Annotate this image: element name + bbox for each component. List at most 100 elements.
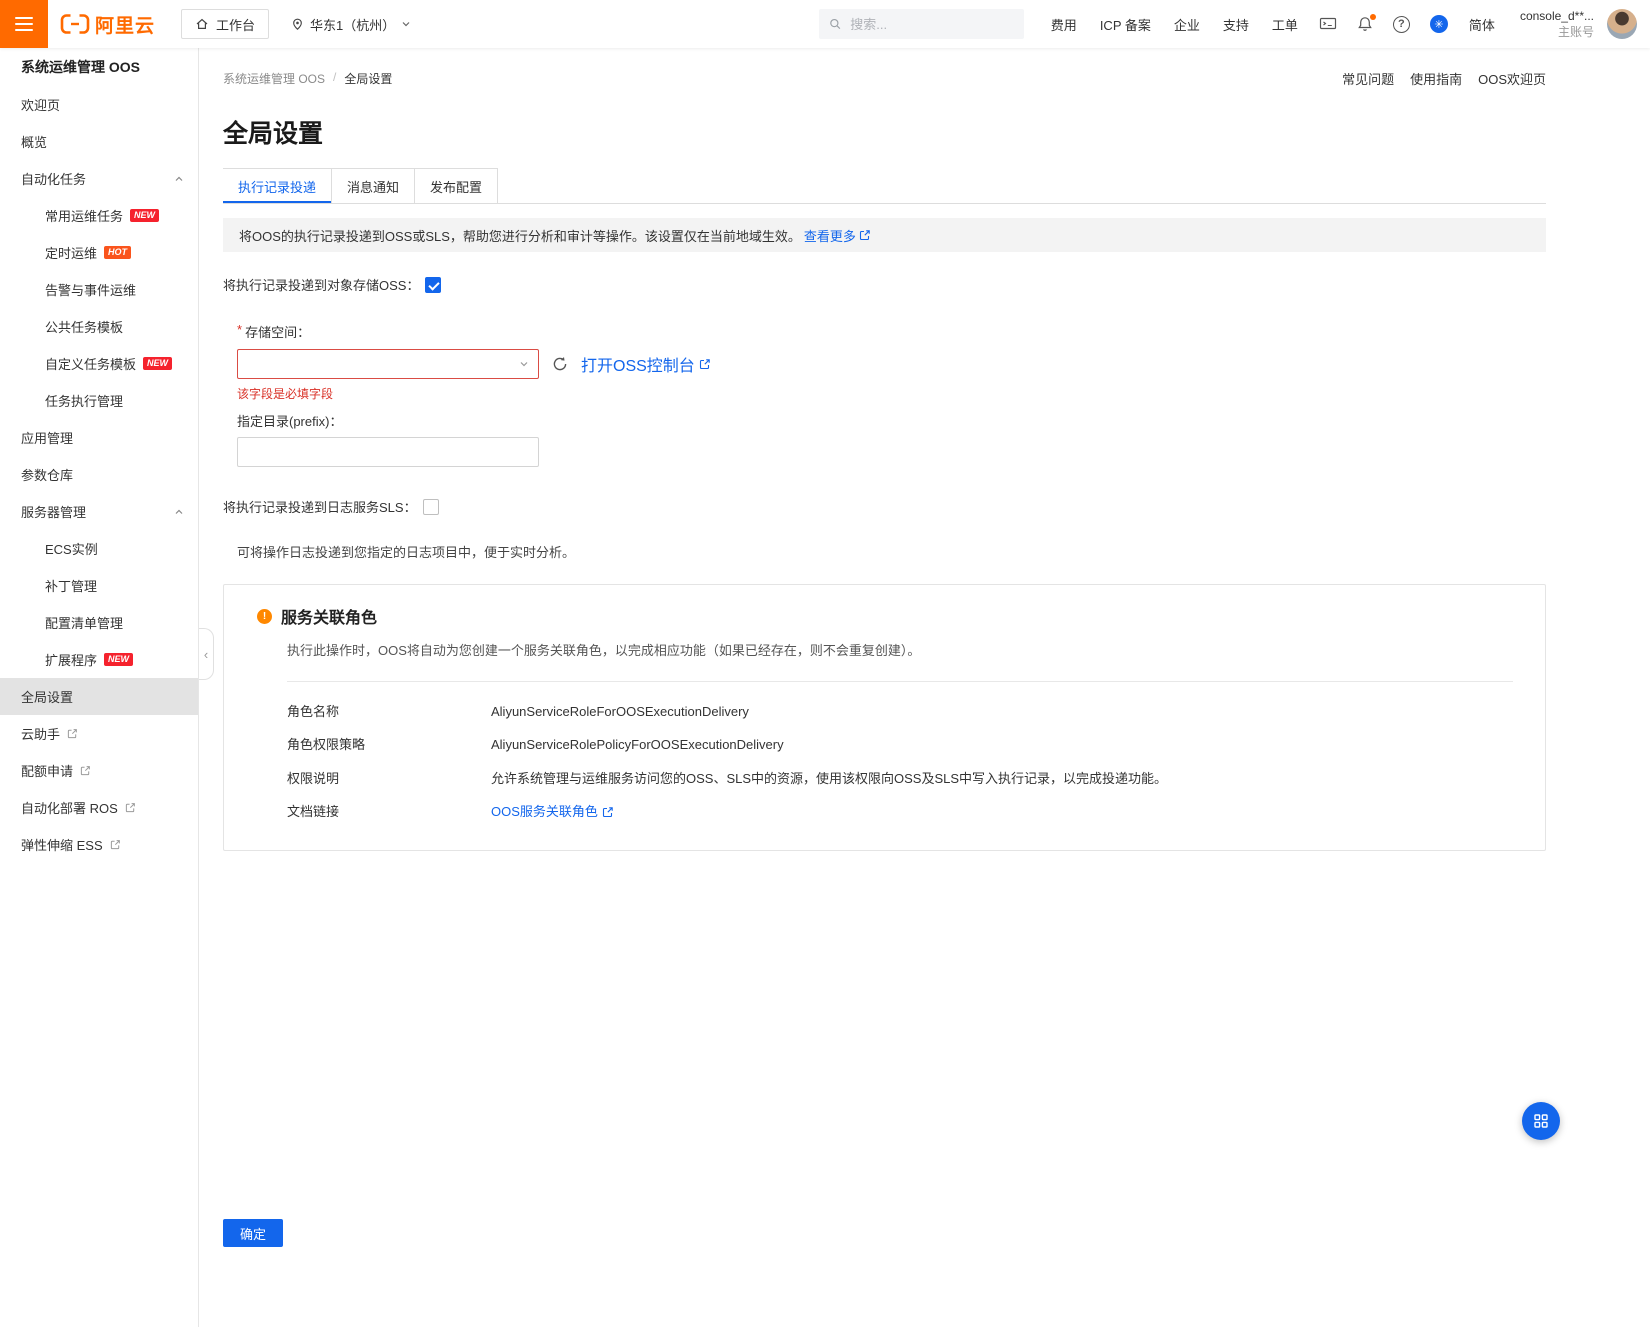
topbar-menu-item[interactable]: 支持 <box>1223 15 1249 34</box>
breadcrumb-current: 全局设置 <box>344 72 393 86</box>
service-linked-role-card: ! 服务关联角色 执行此操作时，OOS将自动为您创建一个服务关联角色，以完成相应… <box>223 584 1546 851</box>
avatar[interactable] <box>1607 9 1637 39</box>
info-banner: 将OOS的执行记录投递到OSS或SLS，帮助您进行分析和审计等操作。该设置仅在当… <box>223 218 1546 252</box>
sidebar-item[interactable]: 告警与事件运维 <box>0 271 198 308</box>
oss-delivery-label: 将执行记录投递到对象存储OSS： <box>223 278 420 293</box>
role-row-value: AliyunServiceRoleForOOSExecutionDelivery <box>491 704 749 719</box>
role-doc-link[interactable]: OOS服务关联角色 <box>491 804 598 820</box>
breadcrumb-separator: / <box>333 70 337 84</box>
oss-delivery-checkbox[interactable] <box>425 276 442 293</box>
sidebar-item[interactable]: 欢迎页 <box>0 86 198 123</box>
sidebar-item[interactable]: 自动化部署 ROS <box>0 789 198 826</box>
external-link-icon <box>125 803 135 813</box>
tab[interactable]: 消息通知 <box>332 168 416 203</box>
sidebar-item-label: 配置清单管理 <box>45 616 124 631</box>
external-link-icon <box>110 840 120 850</box>
notifications-bell-icon[interactable] <box>1357 14 1376 32</box>
sidebar-item[interactable]: 服务器管理 <box>0 493 198 530</box>
account-menu[interactable]: console_d**... 主账号 <box>1520 8 1594 40</box>
sidebar-item-label: 概览 <box>21 135 48 150</box>
sidebar-item[interactable]: 自动化任务 <box>0 160 198 197</box>
role-permission-row: 权限说明 允许系统管理与运维服务访问您的OSS、SLS中的资源，使用该权限向OS… <box>287 771 1513 787</box>
bucket-error-message: 该字段是必填字段 <box>237 387 334 401</box>
sls-delivery-label: 将执行记录投递到日志服务SLS： <box>223 500 417 515</box>
language-switch[interactable]: 简体 <box>1469 15 1495 34</box>
confirm-button[interactable]: 确定 <box>223 1219 284 1247</box>
badge: NEW <box>130 209 160 222</box>
sidebar-item-label: 服务器管理 <box>21 505 87 520</box>
floating-widgets-button[interactable] <box>1522 1102 1560 1140</box>
bucket-select[interactable] <box>237 349 539 379</box>
banner-text: 将OOS的执行记录投递到OSS或SLS，帮助您进行分析和审计等操作。该设置仅在当… <box>239 228 801 244</box>
header-links: 常见问题 使用指南 OOS欢迎页 <box>1342 69 1546 88</box>
sidebar-item[interactable]: 云助手 <box>0 715 198 752</box>
external-link-icon <box>859 230 870 241</box>
sidebar-item-label: 告警与事件运维 <box>45 283 137 298</box>
sidebar-item[interactable]: 全局设置 <box>0 678 198 715</box>
help-icon[interactable]: ? <box>1392 15 1410 33</box>
topbar-menu-item[interactable]: 费用 <box>1051 15 1077 34</box>
page-title: 全局设置 <box>223 120 324 148</box>
assistant-icon[interactable]: ✳ <box>1429 15 1448 33</box>
sidebar-item[interactable]: 任务执行管理 <box>0 382 198 419</box>
region-selector[interactable]: 华东1（杭州） <box>291 15 411 34</box>
sidebar-item[interactable]: 扩展程序 NEW <box>0 641 198 678</box>
sidebar-title: 系统运维管理 OOS <box>21 59 141 75</box>
see-more-link[interactable]: 查看更多 <box>804 226 856 245</box>
aliyun-logo[interactable]: 阿里云 <box>60 11 155 38</box>
sidebar-item[interactable]: 概览 <box>0 123 198 160</box>
header-link[interactable]: 使用指南 <box>1410 69 1462 88</box>
open-oss-console-link[interactable]: 打开OSS控制台 <box>581 352 695 376</box>
role-doc-row: 文档链接 OOS服务关联角色 <box>287 804 1513 820</box>
role-row-value: AliyunServiceRolePolicyForOOSExecutionDe… <box>491 737 784 753</box>
sidebar-item-label: 欢迎页 <box>21 98 61 113</box>
workbench-label: 工作台 <box>216 17 256 33</box>
workbench-button[interactable]: 工作台 <box>181 9 270 39</box>
sidebar-item-label: ECS实例 <box>45 542 98 557</box>
sidebar-item[interactable]: 定时运维 HOT <box>0 234 198 271</box>
sidebar-item-label: 弹性伸缩 ESS <box>21 838 103 853</box>
tab[interactable]: 发布配置 <box>415 168 499 203</box>
tab-bar: 执行记录投递 消息通知 发布配置 <box>223 168 1546 204</box>
chevron-down-icon <box>402 22 410 27</box>
role-row-label: 角色权限策略 <box>287 737 366 753</box>
sidebar-collapse-button[interactable]: ‹ <box>199 628 214 680</box>
sidebar-item[interactable]: 配置清单管理 <box>0 604 198 641</box>
sidebar-item[interactable]: 自定义任务模板 NEW <box>0 345 198 382</box>
grid-icon <box>1534 1114 1548 1128</box>
header-link[interactable]: OOS欢迎页 <box>1478 69 1546 88</box>
required-mark: * <box>237 322 243 337</box>
sidebar-item[interactable]: 参数仓库 <box>0 456 198 493</box>
sidebar-item[interactable]: 补丁管理 <box>0 567 198 604</box>
breadcrumb-item[interactable]: 系统运维管理 OOS <box>223 70 325 87</box>
sls-delivery-checkbox[interactable] <box>422 498 439 515</box>
sidebar-item[interactable]: 弹性伸缩 ESS <box>0 826 198 863</box>
sidebar-item[interactable]: 公共任务模板 <box>0 308 198 345</box>
bucket-label: 存储空间： <box>245 325 311 340</box>
role-row-value: 允许系统管理与运维服务访问您的OSS、SLS中的资源，使用该权限向OSS及SLS… <box>491 770 1168 786</box>
prefix-input[interactable] <box>237 437 539 467</box>
sidebar-item[interactable]: 常用运维任务 NEW <box>0 197 198 234</box>
topbar-menu-item[interactable]: 工单 <box>1272 15 1298 34</box>
refresh-button[interactable] <box>552 356 568 372</box>
sidebar-item-label: 配额申请 <box>21 764 74 779</box>
topbar-menu-item[interactable]: ICP 备案 <box>1100 15 1151 34</box>
hamburger-menu-button[interactable] <box>0 0 48 48</box>
global-search[interactable] <box>818 9 1024 39</box>
badge: NEW <box>104 653 134 666</box>
sidebar-item[interactable]: ECS实例 <box>0 530 198 567</box>
tab[interactable]: 执行记录投递 <box>223 168 333 203</box>
breadcrumb: 系统运维管理 OOS / 全局设置 <box>223 70 392 87</box>
external-link-icon <box>699 359 710 370</box>
warning-icon: ! <box>257 608 272 624</box>
sidebar-item[interactable]: 配额申请 <box>0 752 198 789</box>
main-content: 系统运维管理 OOS / 全局设置 常见问题 使用指南 OOS欢迎页 全局设置 执行… <box>199 48 1650 1327</box>
console-icon[interactable] <box>1319 16 1337 32</box>
sidebar-item-label: 自定义任务模板 <box>45 357 137 372</box>
sidebar-item-label: 公共任务模板 <box>45 320 124 335</box>
role-name-row: 角色名称 AliyunServiceRoleForOOSExecutionDel… <box>287 704 1513 720</box>
topbar-menu-item[interactable]: 企业 <box>1174 15 1200 34</box>
search-input[interactable] <box>848 15 1014 33</box>
sidebar-item[interactable]: 应用管理 <box>0 419 198 456</box>
header-link[interactable]: 常见问题 <box>1342 69 1394 88</box>
